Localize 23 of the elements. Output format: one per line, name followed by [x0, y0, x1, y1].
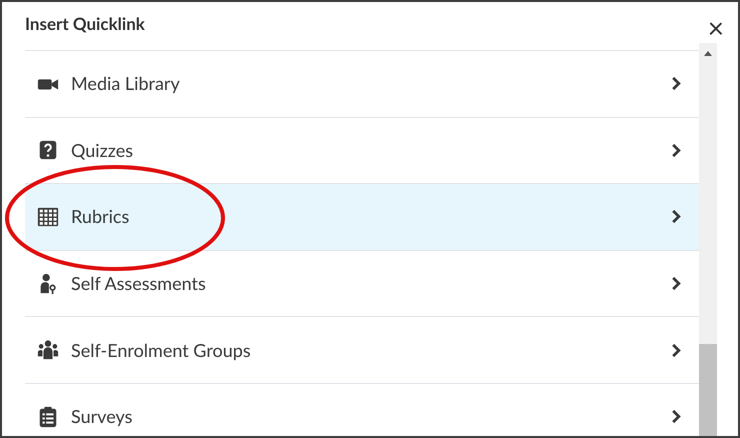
scrollbar[interactable] [699, 43, 717, 436]
item-label: Surveys [71, 404, 134, 430]
quicklink-item[interactable]: Self Assessments [25, 250, 699, 316]
scroll-up-icon[interactable] [704, 51, 712, 56]
dialog-title: Insert Quicklink [25, 12, 145, 36]
clipboard-list-icon [37, 406, 59, 428]
item-label: Media Library [71, 71, 181, 96]
grid-icon [37, 206, 59, 228]
item-label: Rubrics [71, 204, 130, 230]
item-label: Quizzes [71, 138, 134, 163]
chevron-right-icon [671, 409, 681, 424]
chevron-right-icon [671, 342, 681, 358]
question-icon [37, 139, 59, 162]
item-label: Self-Enrolment Groups [71, 338, 252, 363]
item-label: Self Assessments [71, 271, 207, 296]
chevron-right-icon [671, 76, 681, 92]
scrollbar-thumb[interactable] [699, 344, 717, 436]
chevron-right-icon [671, 142, 681, 158]
close-button[interactable]: × [708, 12, 724, 40]
chevron-right-icon [671, 276, 681, 292]
people-group-icon [37, 339, 59, 362]
quicklink-item[interactable]: Rubrics [25, 183, 699, 250]
chevron-right-icon [671, 209, 681, 224]
